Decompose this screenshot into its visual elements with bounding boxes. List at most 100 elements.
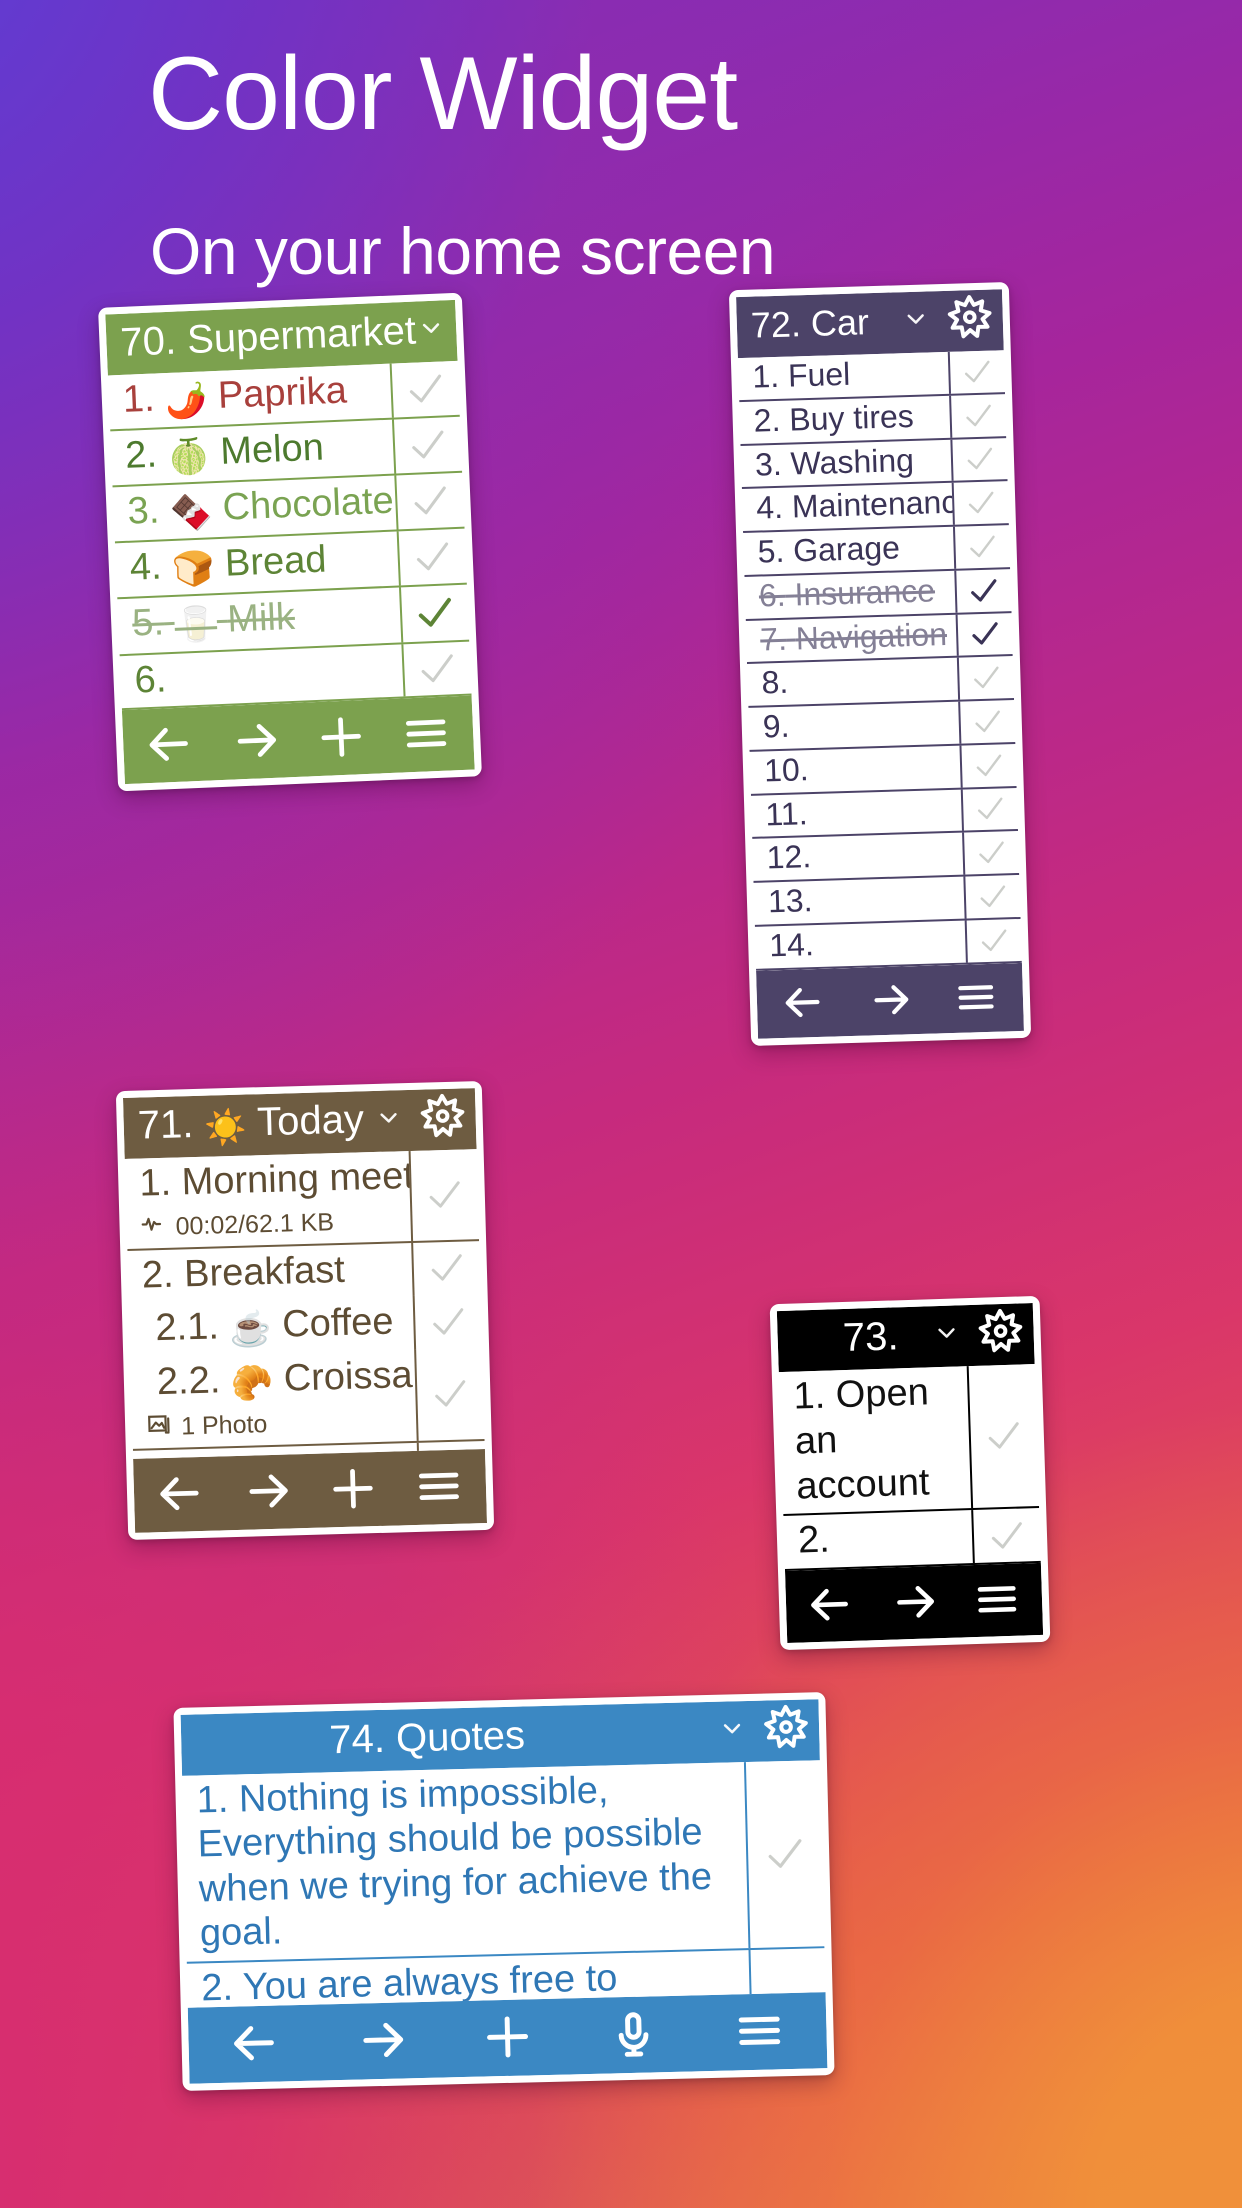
list-row[interactable]: 4. Maintenance xyxy=(741,481,1009,534)
chevron-down-icon[interactable] xyxy=(373,1102,404,1138)
row-checkbox[interactable] xyxy=(952,525,1011,569)
list-row[interactable]: 14. xyxy=(754,918,1022,971)
row-checkbox[interactable] xyxy=(408,1149,480,1241)
row-checkbox[interactable] xyxy=(963,874,1021,919)
row-label[interactable]: 14. xyxy=(755,920,966,968)
row-label[interactable]: 11. xyxy=(751,789,962,837)
row-label[interactable]: 2.2. 🥐 Croissant xyxy=(130,1350,415,1412)
row-label[interactable]: 2. Buy tires xyxy=(739,396,950,444)
row-label[interactable]: 1. Morning meeting xyxy=(125,1151,410,1212)
chevron-down-icon[interactable] xyxy=(717,1713,748,1749)
row-label[interactable]: 1. Open an account xyxy=(779,1366,971,1514)
row-label[interactable]: 5. 🥛 Milk xyxy=(117,588,401,654)
back-arrow-icon[interactable] xyxy=(780,978,827,1025)
list-row[interactable]: 2. xyxy=(783,1508,1041,1572)
row-label[interactable]: 1. Nothing is impossible, Everything sho… xyxy=(182,1762,748,1961)
row-checkbox[interactable] xyxy=(951,481,1009,525)
row-label[interactable]: 6. xyxy=(120,644,404,709)
forward-arrow-icon[interactable] xyxy=(354,2012,409,2067)
chevron-down-icon[interactable] xyxy=(900,303,931,339)
row-checkbox[interactable] xyxy=(950,437,1008,482)
row-label[interactable]: 4. Maintenance xyxy=(742,483,953,531)
row-checkbox[interactable] xyxy=(947,350,1005,394)
hamburger-icon[interactable] xyxy=(399,707,453,761)
widget-header[interactable]: 71. ☀️ Today xyxy=(122,1088,477,1159)
widget-quotes[interactable]: 74. Quotes 1. Nothing is impossible, Ever… xyxy=(173,1692,835,2091)
gear-icon[interactable] xyxy=(763,1704,810,1756)
row-label[interactable]: 7. Navigation xyxy=(746,614,957,662)
widget-car[interactable]: 72. Car 1. Fuel 2. Buy tires 3. Washing 4. M… xyxy=(728,282,1032,1046)
row-label[interactable]: 2. 🍈 Melon xyxy=(110,420,394,486)
row-label[interactable]: 5. Garage xyxy=(743,527,954,575)
list-row[interactable]: 2. Breakfast xyxy=(127,1240,481,1304)
list-row[interactable]: 2. Buy tires xyxy=(739,393,1007,446)
list-row[interactable]: 12. xyxy=(752,831,1020,883)
row-label[interactable]: 9. xyxy=(748,702,959,750)
chevron-down-icon[interactable] xyxy=(415,312,446,348)
list-row[interactable]: 1. Open an account xyxy=(778,1364,1040,1517)
plus-icon[interactable] xyxy=(480,2009,535,2064)
list-row[interactable]: 1. Fuel xyxy=(737,350,1006,402)
row-checkbox[interactable] xyxy=(394,472,465,530)
list-row[interactable]: 6. Insurance xyxy=(744,568,1012,621)
forward-arrow-icon[interactable] xyxy=(866,976,913,1023)
back-arrow-icon[interactable] xyxy=(228,2015,283,2070)
hamburger-icon[interactable] xyxy=(952,973,999,1020)
row-label[interactable]: 13. xyxy=(753,877,964,925)
row-checkbox[interactable] xyxy=(966,1364,1040,1509)
row-label[interactable]: 1. Fuel xyxy=(738,352,949,400)
row-checkbox[interactable] xyxy=(389,360,460,418)
row-label[interactable]: 6. Insurance xyxy=(744,571,955,619)
gear-icon[interactable] xyxy=(419,1092,466,1144)
row-checkbox[interactable] xyxy=(955,612,1013,656)
plus-icon[interactable] xyxy=(314,710,368,764)
back-arrow-icon[interactable] xyxy=(143,718,197,772)
row-checkbox[interactable] xyxy=(964,918,1022,963)
row-checkbox[interactable] xyxy=(949,393,1007,438)
list-row[interactable]: 8. xyxy=(746,656,1015,708)
widget-today[interactable]: 71. ☀️ Today 1. Morning meeting 00:02/62.1… xyxy=(115,1080,495,1541)
row-checkbox[interactable] xyxy=(412,1293,483,1350)
list-row[interactable]: 5. Garage xyxy=(743,525,1011,577)
list-row[interactable]: 10. xyxy=(749,743,1017,796)
row-label[interactable]: 2. xyxy=(783,1511,973,1570)
hamburger-icon[interactable] xyxy=(732,2003,787,2058)
widget-supermarket[interactable]: 70. Supermarket 1. 🌶️ Paprika 2. 🍈 Melon 3.… xyxy=(98,292,482,792)
row-checkbox[interactable] xyxy=(396,529,467,586)
row-checkbox[interactable] xyxy=(414,1347,485,1441)
list-row[interactable]: 7. Navigation xyxy=(745,612,1013,665)
plus-icon[interactable] xyxy=(326,1462,379,1515)
row-checkbox[interactable] xyxy=(959,743,1017,788)
row-checkbox[interactable] xyxy=(960,787,1018,831)
chevron-down-icon[interactable] xyxy=(931,1317,962,1353)
widget-73[interactable]: 73. 1. Open an account 2. xyxy=(769,1295,1051,1651)
widget-header[interactable]: 72. Car xyxy=(736,289,1004,359)
hamburger-icon[interactable] xyxy=(971,1574,1023,1626)
row-label[interactable]: 12. xyxy=(752,833,963,881)
hamburger-icon[interactable] xyxy=(412,1460,465,1513)
list-row[interactable]: 13. xyxy=(753,874,1021,927)
forward-arrow-icon[interactable] xyxy=(240,1464,293,1517)
row-label[interactable]: 2.1. ☕ Coffee xyxy=(129,1296,414,1358)
list-row[interactable]: 2.1. ☕ Coffee xyxy=(129,1293,483,1358)
list-row[interactable]: 3. Washing xyxy=(740,437,1008,490)
row-checkbox[interactable] xyxy=(743,1760,825,1948)
back-arrow-icon[interactable] xyxy=(154,1467,207,1520)
forward-arrow-icon[interactable] xyxy=(888,1576,940,1628)
forward-arrow-icon[interactable] xyxy=(228,714,282,768)
row-label[interactable]: 10. xyxy=(750,745,961,793)
list-row[interactable]: 1. Nothing is impossible, Everything sho… xyxy=(182,1760,825,1964)
row-label[interactable]: 3. Washing xyxy=(740,439,951,487)
list-row[interactable]: 1. Morning meeting 00:02/62.1 KB xyxy=(124,1149,480,1251)
back-arrow-icon[interactable] xyxy=(806,1579,858,1631)
row-label[interactable]: 2. Breakfast xyxy=(127,1243,412,1304)
gear-icon[interactable] xyxy=(461,302,475,355)
row-checkbox[interactable] xyxy=(956,656,1015,700)
list-row[interactable]: 11. xyxy=(750,787,1019,840)
widget-header[interactable]: 73. xyxy=(776,1303,1035,1373)
row-checkbox[interactable] xyxy=(391,416,463,474)
row-checkbox[interactable] xyxy=(411,1240,481,1296)
list-row[interactable]: 9. xyxy=(748,700,1016,752)
row-checkbox[interactable] xyxy=(958,700,1016,744)
row-label[interactable]: 1. 🌶️ Paprika xyxy=(108,364,392,430)
